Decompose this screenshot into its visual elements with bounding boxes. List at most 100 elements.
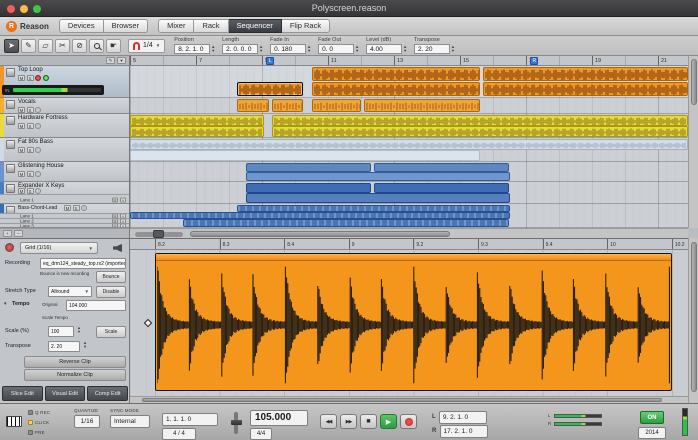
tempo-display[interactable]: 105.000 xyxy=(250,410,308,426)
record-icon[interactable] xyxy=(5,243,14,252)
track-monitor-button[interactable] xyxy=(43,75,49,81)
quantize-value[interactable]: 1/16 xyxy=(74,415,100,428)
zoom-window-button[interactable] xyxy=(33,5,41,13)
magnify-tool-icon[interactable] xyxy=(89,39,104,53)
track-solo-button[interactable]: S xyxy=(27,123,34,129)
rewind-button[interactable]: ◀◀ xyxy=(320,414,337,429)
field-value[interactable]: 2. 20 xyxy=(414,44,450,54)
lane-mute-button[interactable]: M xyxy=(112,197,118,202)
field-spinner[interactable]: ▲▼ xyxy=(211,45,215,52)
track-header-glistening-house[interactable]: Glistening HouseMS xyxy=(0,162,129,182)
transpose-spinner[interactable]: ▲▼ xyxy=(83,341,87,348)
click-toggle[interactable]: CLICK xyxy=(28,420,49,425)
clip[interactable] xyxy=(130,150,480,161)
editor-mode-visual-edit[interactable]: Visual Edit xyxy=(45,386,86,401)
clip[interactable] xyxy=(272,126,688,137)
disable-stretch-button[interactable]: Disable xyxy=(96,286,126,298)
field-spinner[interactable]: ▲▼ xyxy=(451,45,455,52)
mute-tool-icon[interactable]: ⊘ xyxy=(72,39,87,53)
editor-audio-clip[interactable] xyxy=(155,253,672,391)
track-header-vocals[interactable]: VocalsMS xyxy=(0,98,129,114)
field-value[interactable]: 0. 180 xyxy=(270,44,306,54)
clip[interactable] xyxy=(483,67,688,81)
track-solo-button[interactable]: S xyxy=(27,75,34,81)
scrollbar-thumb[interactable] xyxy=(691,242,697,392)
toolbar-button-mixer[interactable]: Mixer xyxy=(158,19,194,34)
track-lane[interactable]: Lane 1M× xyxy=(0,194,129,204)
clip[interactable] xyxy=(246,172,510,181)
toolbar-button-sequencer[interactable]: Sequencer xyxy=(229,19,282,34)
speaker-icon[interactable] xyxy=(113,244,122,252)
clip[interactable] xyxy=(312,67,480,81)
clip[interactable] xyxy=(374,163,509,172)
record-button[interactable] xyxy=(400,414,417,429)
field-value[interactable]: 4.00 xyxy=(366,44,402,54)
track-mute-button[interactable]: M xyxy=(18,75,25,81)
toolbar-button-rack[interactable]: Rack xyxy=(194,19,228,34)
track-header-hardware-fortress[interactable]: Hardware FortressMS xyxy=(0,114,129,138)
left-locator[interactable]: L xyxy=(266,57,274,65)
time-signature-display[interactable]: 4 / 4 xyxy=(162,428,196,440)
clip[interactable] xyxy=(237,99,268,112)
clip[interactable] xyxy=(130,115,264,126)
editor-horizontal-scrollbar[interactable] xyxy=(130,396,688,403)
field-spinner[interactable]: ▲▼ xyxy=(307,45,311,52)
clip[interactable] xyxy=(246,193,510,203)
track-mute-button[interactable]: M xyxy=(18,123,25,129)
clip[interactable] xyxy=(272,115,688,126)
clip[interactable] xyxy=(130,126,264,137)
editor-mode-slice-edit[interactable]: Slice Edit xyxy=(2,386,43,401)
scale-percent-spinner[interactable]: ▲▼ xyxy=(77,326,81,333)
close-window-button[interactable] xyxy=(7,5,15,13)
toolbar-button-devices[interactable]: Devices xyxy=(59,19,104,34)
track-solo-button[interactable]: S xyxy=(73,205,80,211)
loop-on-button[interactable]: ON xyxy=(640,411,664,424)
track-solo-button[interactable]: S xyxy=(27,147,34,153)
zoom-slider-knob[interactable] xyxy=(153,230,164,238)
scrollbar-thumb[interactable] xyxy=(691,59,697,105)
track-header-expander-x-keys[interactable]: Expander X KeysMSLane 1M× xyxy=(0,182,129,204)
clip[interactable] xyxy=(364,99,480,112)
song-position-display[interactable]: 1. 1. 1. 0 xyxy=(162,413,218,426)
scrollbar-thumb[interactable] xyxy=(190,231,450,237)
transpose-value[interactable]: 2. 20 xyxy=(48,341,80,352)
clip[interactable] xyxy=(374,183,509,193)
clip[interactable] xyxy=(183,219,510,227)
clip-start-marker[interactable] xyxy=(144,319,152,327)
track-list-edit-icon[interactable]: ✎ xyxy=(106,57,115,64)
clip[interactable] xyxy=(246,163,371,172)
horizontal-zoom-slider[interactable] xyxy=(135,232,183,237)
pencil-tool-icon[interactable]: ✎ xyxy=(21,39,36,53)
normalize-clip-button[interactable]: Normalize Clip xyxy=(24,369,126,381)
clip[interactable] xyxy=(483,82,688,96)
track-mute-button[interactable]: M xyxy=(18,171,25,177)
field-spinner[interactable]: ▲▼ xyxy=(259,45,263,52)
track-solo-button[interactable]: S xyxy=(27,107,34,113)
reverse-clip-button[interactable]: Reverse Clip xyxy=(24,356,126,368)
snap-select[interactable]: 1/4 ▼ xyxy=(128,39,165,53)
field-value[interactable]: 8. 2. 1. 0 xyxy=(174,44,210,54)
minimize-window-button[interactable] xyxy=(20,5,28,13)
field-value[interactable]: 0. 0 xyxy=(318,44,354,54)
track-record-arm-button[interactable] xyxy=(81,205,87,211)
arrangement-area[interactable] xyxy=(130,66,688,228)
sync-mode-value[interactable]: Internal xyxy=(110,415,150,428)
arrangement-vertical-scrollbar[interactable] xyxy=(688,56,698,228)
editor-canvas[interactable] xyxy=(130,250,688,396)
field-spinner[interactable]: ▲▼ xyxy=(355,45,359,52)
hand-tool-icon[interactable]: ☛ xyxy=(106,39,121,53)
eraser-tool-icon[interactable]: ▱ xyxy=(38,39,53,53)
bounce-button[interactable]: Bounce xyxy=(96,271,126,283)
clip[interactable] xyxy=(130,212,510,219)
zoom-in-button[interactable]: + xyxy=(3,230,12,237)
editor-vertical-scrollbar[interactable] xyxy=(688,238,698,403)
track-record-arm-button[interactable] xyxy=(35,75,41,81)
zoom-out-button[interactable]: − xyxy=(14,230,23,237)
tempo-disclosure-icon[interactable]: ▾ xyxy=(4,301,7,307)
click-level-fader[interactable] xyxy=(234,412,238,434)
grid-select[interactable]: Grid (1/16) ▼ xyxy=(20,242,98,254)
arrangement-horizontal-scrollbar[interactable] xyxy=(130,228,688,238)
track-mute-button[interactable]: M xyxy=(18,147,25,153)
track-solo-button[interactable]: S xyxy=(27,171,34,177)
clip[interactable] xyxy=(237,205,509,212)
